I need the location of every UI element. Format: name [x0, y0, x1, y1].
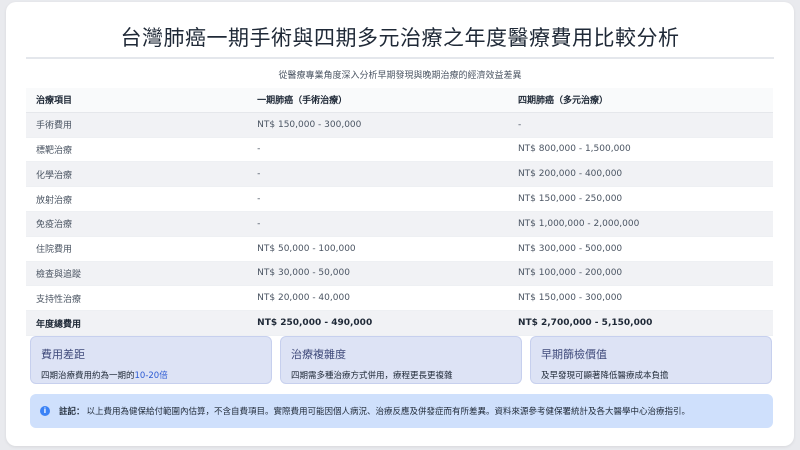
cell-stage1: -	[247, 137, 508, 163]
box-description: 四期治療費用約為一期的10-20倍	[41, 369, 261, 381]
info-icon: i	[40, 406, 50, 416]
box-title: 治療複雜度	[291, 348, 346, 361]
cell-stage4: NT$ 200,000 - 400,000	[507, 161, 773, 188]
table-row: 住院費用 NT$ 50,000 - 100,000 NT$ 300,000 - …	[26, 236, 773, 262]
box-description: 四期需多種治療方式併用，療程更長更複雜	[291, 371, 453, 381]
cell-item: 支持性治療	[26, 285, 248, 312]
total-stage4: NT$ 2,700,000 - 5,150,000	[507, 310, 773, 336]
cell-item: 檢查與追蹤	[26, 261, 248, 287]
note-text: 以上費用為健保給付範圍內估算，不含自費項目。實際費用可能因個人病況、治療反應及併…	[86, 407, 691, 417]
cell-item: 化學治療	[26, 161, 248, 188]
cell-stage1: -	[247, 211, 508, 237]
box-description: 及早發現可顯著降低醫療成本負擔	[541, 371, 669, 381]
table-row: 檢查與追蹤 NT$ 30,000 - 50,000 NT$ 100,000 - …	[26, 261, 773, 287]
cell-stage4: -	[507, 112, 773, 138]
box-title: 早期篩檢價值	[541, 348, 607, 361]
page-subtitle: 從醫療專業角度深入分析早期發現與晚期治療的經濟效益差異	[278, 71, 522, 81]
cell-stage1: NT$ 20,000 - 40,000	[247, 285, 508, 312]
cell-stage4: NT$ 150,000 - 250,000	[507, 186, 773, 212]
cell-stage1: NT$ 150,000 - 300,000	[247, 112, 508, 138]
column-header-item: 治療項目	[26, 88, 248, 113]
cell-item: 標靶治療	[26, 137, 248, 163]
cell-stage4: NT$ 150,000 - 300,000	[507, 285, 773, 312]
cell-stage1: -	[247, 186, 508, 212]
cost-comparison-table: 治療項目 一期肺癌（手術治療） 四期肺癌（多元治療） 手術費用 NT$ 150,…	[26, 88, 773, 336]
total-stage1: NT$ 250,000 - 490,000	[247, 310, 508, 336]
box-description-text: 四期治療費用約為一期的	[41, 371, 135, 381]
title-divider	[26, 57, 774, 59]
table-row: 手術費用 NT$ 150,000 - 300,000 -	[26, 112, 773, 138]
total-label: 年度總費用	[26, 310, 248, 336]
cell-stage1: NT$ 30,000 - 50,000	[247, 261, 508, 287]
cell-item: 手術費用	[26, 112, 248, 138]
column-header-stage1: 一期肺癌（手術治療）	[247, 88, 508, 113]
note-label: 註記：	[59, 407, 85, 417]
box-title: 費用差距	[41, 348, 85, 361]
table-row: 免疫治療 - NT$ 1,000,000 - 2,000,000	[26, 211, 773, 237]
screening-value-box: 早期篩檢價值 及早發現可顯著降低醫療成本負擔	[530, 336, 772, 384]
cell-item: 住院費用	[26, 236, 248, 262]
table-header-row: 治療項目 一期肺癌（手術治療） 四期肺癌（多元治療）	[26, 88, 773, 113]
page-title: 台灣肺癌一期手術與四期多元治療之年度醫療費用比較分析	[120, 26, 680, 50]
cell-stage4: NT$ 100,000 - 200,000	[507, 261, 773, 287]
footnote-banner: i 註記： 以上費用為健保給付範圍內估算，不含自費項目。實際費用可能因個人病況、…	[30, 394, 773, 428]
complexity-box: 治療複雜度 四期需多種治療方式併用，療程更長更複雜	[280, 336, 522, 384]
column-header-stage4: 四期肺癌（多元治療）	[507, 88, 773, 113]
cost-ratio-highlight: 10-20倍	[134, 371, 168, 381]
cell-stage4: NT$ 1,000,000 - 2,000,000	[507, 211, 773, 237]
table-row: 放射治療 - NT$ 150,000 - 250,000	[26, 186, 773, 212]
cell-item: 放射治療	[26, 186, 248, 212]
cell-stage1: -	[247, 161, 508, 188]
cell-stage4: NT$ 800,000 - 1,500,000	[507, 137, 773, 163]
total-row: 年度總費用 NT$ 250,000 - 490,000 NT$ 2,700,00…	[26, 310, 773, 336]
cost-gap-box: 費用差距 四期治療費用約為一期的10-20倍	[30, 336, 272, 384]
cell-item: 免疫治療	[26, 211, 248, 237]
cell-stage4: NT$ 300,000 - 500,000	[507, 236, 773, 262]
table-row: 標靶治療 - NT$ 800,000 - 1,500,000	[26, 137, 773, 163]
table-row: 化學治療 - NT$ 200,000 - 400,000	[26, 161, 773, 188]
cell-stage1: NT$ 50,000 - 100,000	[247, 236, 508, 262]
table-row: 支持性治療 NT$ 20,000 - 40,000 NT$ 150,000 - …	[26, 285, 773, 312]
